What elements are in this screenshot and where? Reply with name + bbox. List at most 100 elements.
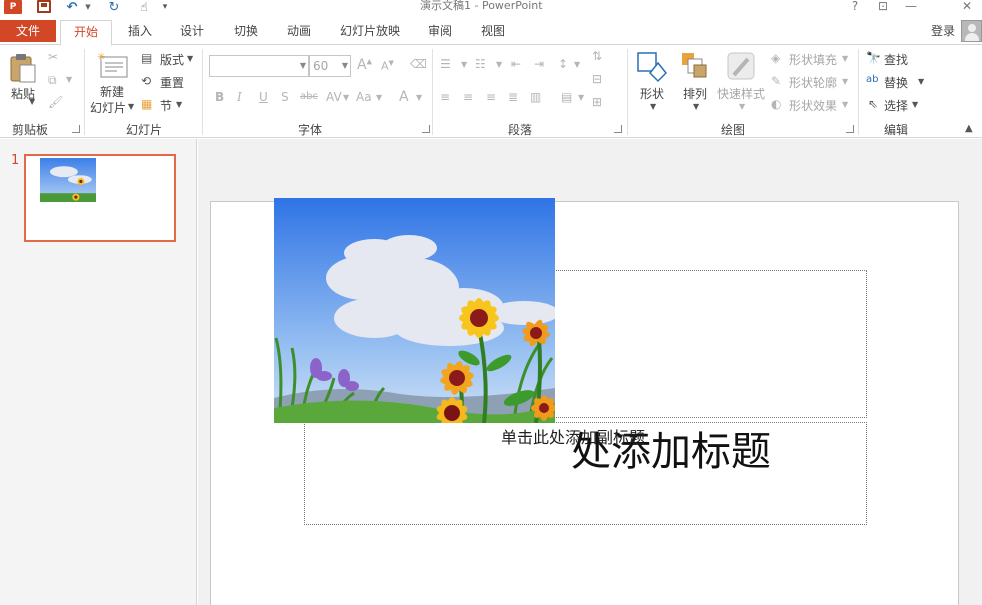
chevron-down-icon[interactable]: ▼ — [842, 77, 848, 86]
sunflower-picture[interactable] — [274, 198, 555, 423]
align-right-icon[interactable]: ≡ — [486, 90, 496, 104]
paste-icon[interactable] — [9, 53, 37, 83]
tab-insert[interactable]: 插入 — [120, 20, 160, 44]
login-link[interactable]: 登录 — [931, 22, 955, 39]
shape-fill-button[interactable]: 形状填充 — [789, 51, 837, 68]
minimize-button[interactable]: — — [900, 0, 922, 14]
justify-icon[interactable]: ≣ — [508, 90, 518, 104]
reset-icon[interactable]: ⟲ — [141, 74, 151, 88]
chevron-down-icon[interactable]: ▼ — [416, 93, 422, 102]
italic-icon[interactable]: I — [237, 90, 242, 104]
numbering-icon[interactable]: ☷ — [475, 57, 486, 71]
section-button[interactable]: 节 — [160, 97, 172, 114]
chevron-down-icon[interactable]: ▼ — [574, 60, 580, 69]
quick-styles-icon[interactable] — [726, 51, 758, 83]
increase-indent-icon[interactable]: ⇥ — [534, 57, 544, 71]
copy-icon[interactable]: ⧉ — [48, 73, 57, 88]
section-icon[interactable]: ▦ — [141, 97, 152, 111]
find-button[interactable]: 查找 — [884, 51, 908, 68]
slide-thumbnail[interactable] — [24, 154, 176, 242]
tab-transitions[interactable]: 切换 — [226, 20, 266, 44]
paragraph-launcher-icon[interactable] — [614, 125, 622, 133]
select-button[interactable]: 选择 — [884, 97, 908, 114]
slide-canvas[interactable]: 处添加标题 单击此处添加副标题 — [210, 198, 959, 605]
chevron-down-icon[interactable]: ▼ — [693, 102, 699, 111]
ribbon-display-options-button[interactable]: ⊡ — [872, 0, 894, 14]
reset-button[interactable]: 重置 — [160, 74, 184, 91]
touch-mode-icon[interactable]: ☝ — [136, 0, 152, 14]
layout-button[interactable]: 版式 — [160, 51, 184, 68]
shrink-font-icon[interactable]: A▼ — [381, 59, 394, 73]
new-slide-label-1[interactable]: 新建 — [100, 83, 124, 100]
line-spacing-icon[interactable]: ↕ — [558, 57, 568, 71]
change-case-icon[interactable]: Aa — [356, 90, 372, 104]
section-dropdown-icon[interactable]: ▼ — [176, 100, 182, 109]
chevron-down-icon[interactable]: ▼ — [842, 100, 848, 109]
format-painter-icon[interactable]: 🖌 — [48, 95, 63, 109]
chevron-down-icon[interactable]: ▼ — [918, 77, 924, 86]
character-spacing-icon[interactable]: AV — [326, 90, 342, 104]
avatar[interactable] — [961, 20, 982, 42]
text-direction-icon[interactable]: ⇅ — [592, 49, 602, 63]
new-slide-dropdown-icon[interactable]: ▼ — [128, 102, 134, 111]
bullets-icon[interactable]: ☰ — [440, 57, 451, 71]
bold-icon[interactable]: B — [215, 90, 224, 104]
shape-effects-icon[interactable]: ◐ — [771, 97, 781, 111]
redo-icon[interactable]: ↻ — [106, 0, 122, 15]
layout-icon[interactable]: ▤ — [141, 51, 152, 65]
tab-review[interactable]: 审阅 — [420, 20, 460, 44]
collapse-ribbon-icon[interactable]: ▲ — [965, 123, 973, 134]
chevron-down-icon[interactable]: ▼ — [650, 102, 656, 111]
tab-slideshow[interactable]: 幻灯片放映 — [335, 20, 405, 44]
chevron-down-icon[interactable]: ▼ — [461, 60, 467, 69]
align-left-icon[interactable]: ≡ — [440, 90, 450, 104]
font-color-icon[interactable]: A — [399, 89, 409, 105]
chevron-down-icon[interactable]: ▼ — [912, 100, 918, 109]
quick-styles-button[interactable]: 快速样式 — [717, 85, 765, 102]
undo-dropdown-icon[interactable]: ▼ — [84, 0, 92, 14]
shape-effects-button[interactable]: 形状效果 — [789, 97, 837, 114]
undo-icon[interactable]: ↶ — [64, 0, 80, 15]
tab-home[interactable]: 开始 — [60, 20, 112, 46]
clear-formatting-icon[interactable]: ⌫ — [410, 57, 427, 71]
replace-icon[interactable]: ab — [866, 74, 878, 85]
tab-animations[interactable]: 动画 — [279, 20, 319, 44]
new-slide-icon[interactable]: ✳ — [97, 51, 129, 81]
clipboard-launcher-icon[interactable] — [72, 125, 80, 133]
underline-icon[interactable]: U — [259, 90, 268, 104]
drawing-launcher-icon[interactable] — [846, 125, 854, 133]
font-size-combo[interactable]: 60 ▼ — [309, 55, 351, 77]
replace-button[interactable]: 替换 — [884, 74, 908, 91]
tab-view[interactable]: 视图 — [473, 20, 513, 44]
close-button[interactable]: ✕ — [956, 0, 978, 14]
find-icon[interactable]: 🔭 — [866, 51, 881, 65]
save-icon[interactable] — [37, 0, 51, 13]
cut-icon[interactable]: ✂ — [48, 50, 58, 64]
paste-dropdown-icon[interactable]: ▼ — [29, 97, 35, 106]
shapes-button[interactable]: 形状 — [640, 85, 664, 102]
tab-file[interactable]: 文件 — [0, 20, 56, 42]
customize-qat-icon[interactable]: ▾ — [160, 0, 170, 14]
distributed-icon[interactable]: ▥ — [530, 90, 541, 104]
font-name-combo[interactable]: ▼ — [209, 55, 309, 77]
tab-design[interactable]: 设计 — [172, 20, 212, 44]
text-shadow-icon[interactable]: S — [281, 90, 289, 104]
chevron-down-icon[interactable]: ▼ — [578, 93, 584, 102]
shape-fill-icon[interactable]: ◈ — [771, 51, 780, 65]
arrange-icon[interactable] — [680, 51, 710, 81]
chevron-down-icon[interactable]: ▼ — [739, 102, 745, 111]
new-slide-label-2[interactable]: 幻灯片 — [90, 99, 126, 116]
align-center-icon[interactable]: ≡ — [463, 90, 473, 104]
chevron-down-icon[interactable]: ▼ — [842, 54, 848, 63]
shapes-icon[interactable] — [636, 51, 668, 83]
columns-icon[interactable]: ▤ — [561, 90, 572, 104]
chevron-down-icon[interactable]: ▼ — [343, 93, 349, 102]
font-launcher-icon[interactable] — [422, 125, 430, 133]
decrease-indent-icon[interactable]: ⇤ — [511, 57, 521, 71]
select-cursor-icon[interactable]: ⇖ — [868, 97, 878, 111]
shape-outline-button[interactable]: 形状轮廓 — [789, 74, 837, 91]
copy-dropdown-icon[interactable]: ▼ — [66, 75, 72, 84]
strikethrough-icon[interactable]: abc — [300, 91, 318, 102]
chevron-down-icon[interactable]: ▼ — [376, 93, 382, 102]
layout-dropdown-icon[interactable]: ▼ — [187, 54, 193, 63]
